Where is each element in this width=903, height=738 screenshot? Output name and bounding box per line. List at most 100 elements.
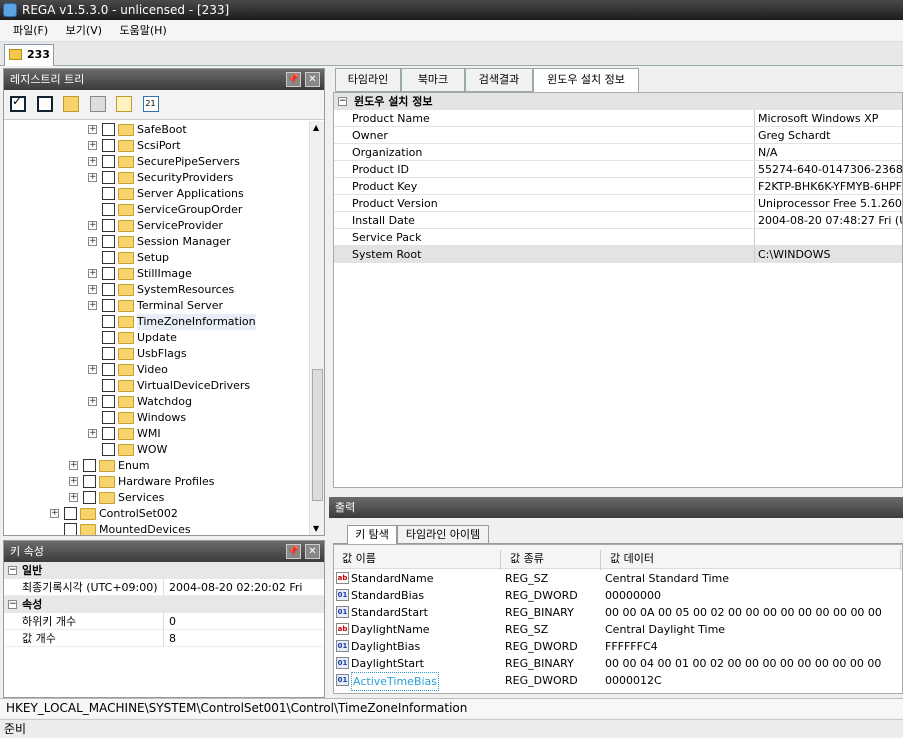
tree-checkbox[interactable] bbox=[83, 475, 96, 488]
tree-item[interactable]: Server Applications bbox=[4, 186, 308, 202]
value-row[interactable]: ab StandardName REG_SZ Central Standard Tim… bbox=[334, 570, 903, 587]
value-row[interactable]: 01 StandardBias REG_DWORD 00000000 bbox=[334, 587, 903, 604]
tree-item[interactable]: Windows bbox=[4, 410, 308, 426]
tree-item[interactable]: + Services bbox=[4, 490, 308, 506]
scroll-thumb[interactable] bbox=[312, 369, 323, 501]
info-row[interactable]: Install Date2004-08-20 07:48:27 Fri (UTC bbox=[334, 212, 902, 229]
tab-bookmark[interactable]: 북마크 bbox=[401, 68, 465, 92]
prop-row[interactable]: 값 개수 8 bbox=[4, 630, 324, 647]
prop-row[interactable]: 하위키 개수 0 bbox=[4, 613, 324, 630]
pin-icon[interactable]: 📌 bbox=[286, 72, 301, 87]
tree-checkbox[interactable] bbox=[64, 523, 77, 535]
value-row[interactable]: 01 ActiveTimeBias REG_DWORD 0000012C bbox=[334, 672, 903, 691]
expand-icon[interactable]: + bbox=[88, 237, 97, 246]
info-row[interactable]: Product KeyF2KTP-BHK6K-YFMYB-6HPF3-Q bbox=[334, 178, 902, 195]
tree-checkbox[interactable] bbox=[102, 139, 115, 152]
tree-item[interactable]: + Session Manager bbox=[4, 234, 308, 250]
tree-checkbox[interactable] bbox=[102, 347, 115, 360]
tree-checkbox[interactable] bbox=[102, 155, 115, 168]
tree-item[interactable]: + Video bbox=[4, 362, 308, 378]
tree-item[interactable]: + Hardware Profiles bbox=[4, 474, 308, 490]
expand-icon[interactable]: + bbox=[69, 461, 78, 470]
tree-item[interactable]: + SecurePipeServers bbox=[4, 154, 308, 170]
tree-item[interactable]: UsbFlags bbox=[4, 346, 308, 362]
column-value-name[interactable]: 값 이름 bbox=[342, 550, 376, 566]
expand-icon[interactable]: + bbox=[88, 269, 97, 278]
info-row[interactable]: Product Version Uniprocessor Free 5.1.260… bbox=[334, 195, 902, 212]
tree-checkbox[interactable] bbox=[102, 427, 115, 440]
tree-item[interactable]: WOW bbox=[4, 442, 308, 458]
tree-item[interactable]: + Watchdog bbox=[4, 394, 308, 410]
copy-icon[interactable] bbox=[89, 96, 106, 112]
info-row[interactable]: Owner Greg Schardt bbox=[334, 127, 902, 144]
scroll-down-icon[interactable]: ▼ bbox=[313, 524, 319, 533]
tree-checkbox[interactable] bbox=[102, 187, 115, 200]
open-folder-icon[interactable] bbox=[63, 96, 79, 112]
tree-checkbox[interactable] bbox=[102, 251, 115, 264]
tree-checkbox[interactable] bbox=[102, 315, 115, 328]
tree-item[interactable]: Update bbox=[4, 330, 308, 346]
tree-checkbox[interactable] bbox=[102, 395, 115, 408]
tree-item[interactable]: + SafeBoot bbox=[4, 122, 308, 138]
pin-icon[interactable]: 📌 bbox=[286, 544, 301, 559]
tree-item[interactable]: + WMI bbox=[4, 426, 308, 442]
tree-checkbox[interactable] bbox=[102, 443, 115, 456]
collapse-icon[interactable]: − bbox=[338, 97, 347, 106]
expand-icon[interactable]: + bbox=[88, 125, 97, 134]
menu-view[interactable]: 보기(V) bbox=[59, 20, 109, 42]
column-value-type[interactable]: 값 종류 bbox=[510, 550, 544, 566]
expand-icon[interactable]: + bbox=[88, 141, 97, 150]
close-icon[interactable]: ✕ bbox=[305, 72, 320, 87]
calendar-icon[interactable]: 21 bbox=[142, 96, 159, 112]
tree-item[interactable]: + ScsiPort bbox=[4, 138, 308, 154]
collapse-icon[interactable]: − bbox=[8, 566, 17, 575]
tab-install-info[interactable]: 윈도우 설치 정보 bbox=[533, 68, 639, 93]
tree-item[interactable]: + SystemResources bbox=[4, 282, 308, 298]
expand-icon[interactable]: + bbox=[88, 221, 97, 230]
tree-checkbox[interactable] bbox=[102, 235, 115, 248]
info-row[interactable]: Product ID 55274-640-0147306-23684 bbox=[334, 161, 902, 178]
tree-checkbox[interactable] bbox=[102, 171, 115, 184]
tree-checkbox[interactable] bbox=[102, 411, 115, 424]
tree-checkbox[interactable] bbox=[83, 491, 96, 504]
uncheck-all-icon[interactable] bbox=[36, 96, 53, 112]
tab-search-results[interactable]: 검색결과 bbox=[465, 68, 533, 92]
tree-item[interactable]: VirtualDeviceDrivers bbox=[4, 378, 308, 394]
prop-group-general[interactable]: − 일반 bbox=[4, 562, 324, 579]
expand-icon[interactable]: + bbox=[69, 493, 78, 502]
tree-checkbox[interactable] bbox=[83, 459, 96, 472]
tree-checkbox[interactable] bbox=[102, 283, 115, 296]
tree-checkbox[interactable] bbox=[102, 219, 115, 232]
menu-help[interactable]: 도움말(H) bbox=[113, 20, 174, 42]
info-group[interactable]: − 윈도우 설치 정보 bbox=[334, 93, 902, 110]
prop-row[interactable]: 최종기록시각 (UTC+09:00) 2004-08-20 02:20:02 F… bbox=[4, 579, 324, 596]
prop-group-attributes[interactable]: − 속성 bbox=[4, 596, 324, 613]
collapse-icon[interactable]: − bbox=[8, 600, 17, 609]
expand-icon[interactable]: + bbox=[88, 301, 97, 310]
info-row[interactable]: Service Pack bbox=[334, 229, 902, 246]
tree-item[interactable]: + ControlSet002 bbox=[4, 506, 308, 522]
document-tab[interactable]: 233 bbox=[4, 44, 54, 66]
expand-icon[interactable]: + bbox=[69, 477, 78, 486]
info-row[interactable]: Product Name Microsoft Windows XP bbox=[334, 110, 902, 127]
tree-checkbox[interactable] bbox=[102, 331, 115, 344]
menu-file[interactable]: 파일(F) bbox=[6, 20, 55, 42]
check-all-icon[interactable] bbox=[10, 94, 26, 112]
tree-item[interactable]: + Enum bbox=[4, 458, 308, 474]
tree-checkbox[interactable] bbox=[102, 123, 115, 136]
tree-checkbox[interactable] bbox=[102, 299, 115, 312]
value-row[interactable]: 01 DaylightStart REG_BINARY 00 00 04 00 01 … bbox=[334, 655, 903, 672]
expand-icon[interactable]: + bbox=[88, 429, 97, 438]
tree-checkbox[interactable] bbox=[102, 363, 115, 376]
tab-timeline[interactable]: 타임라인 bbox=[335, 68, 401, 92]
expand-icon[interactable]: + bbox=[88, 365, 97, 374]
value-row[interactable]: 01 DaylightBias REG_DWORD FFFFFFC4 bbox=[334, 638, 903, 655]
tree-item[interactable]: Setup bbox=[4, 250, 308, 266]
tree-item[interactable]: + Terminal Server bbox=[4, 298, 308, 314]
tree-item[interactable]: + ServiceProvider bbox=[4, 218, 308, 234]
expand-icon[interactable]: + bbox=[88, 397, 97, 406]
info-row[interactable]: System Root C:\WINDOWS bbox=[334, 246, 902, 263]
tab-key-explorer[interactable]: 키 탐색 bbox=[347, 525, 397, 545]
scroll-up-icon[interactable]: ▲ bbox=[313, 123, 319, 132]
tab-timeline-items[interactable]: 타임라인 아이템 bbox=[397, 525, 489, 544]
